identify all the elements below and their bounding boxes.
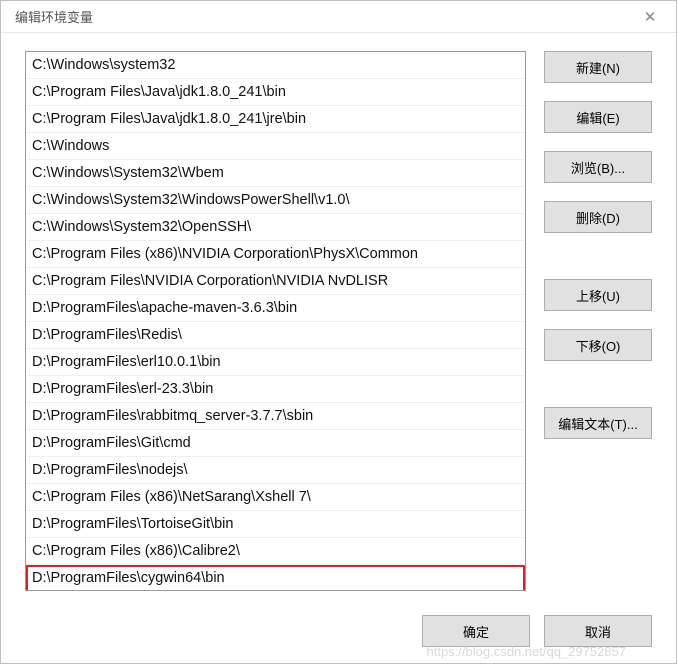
edit-button[interactable]: 编辑(E) xyxy=(544,101,652,133)
delete-button[interactable]: 删除(D) xyxy=(544,201,652,233)
close-button[interactable]: ✕ xyxy=(638,5,662,29)
cancel-button[interactable]: 取消 xyxy=(544,615,652,647)
path-list-item[interactable]: D:\ProgramFiles\TortoiseGit\bin xyxy=(26,511,525,538)
path-list-item[interactable]: C:\Windows\System32\OpenSSH\ xyxy=(26,214,525,241)
path-list-item[interactable]: D:\ProgramFiles\Git\cmd xyxy=(26,430,525,457)
ok-button[interactable]: 确定 xyxy=(422,615,530,647)
move-up-button[interactable]: 上移(U) xyxy=(544,279,652,311)
path-list-item[interactable]: D:\ProgramFiles\erl-23.3\bin xyxy=(26,376,525,403)
env-var-edit-dialog: 编辑环境变量 ✕ C:\Windows\system32C:\Program F… xyxy=(0,0,677,664)
new-button[interactable]: 新建(N) xyxy=(544,51,652,83)
path-list-item[interactable]: C:\Program Files (x86)\Calibre2\ xyxy=(26,538,525,565)
path-list-item[interactable]: D:\ProgramFiles\rabbitmq_server-3.7.7\sb… xyxy=(26,403,525,430)
move-down-button[interactable]: 下移(O) xyxy=(544,329,652,361)
path-list[interactable]: C:\Windows\system32C:\Program Files\Java… xyxy=(25,51,526,591)
path-list-item[interactable]: C:\Program Files\Java\jdk1.8.0_241\jre\b… xyxy=(26,106,525,133)
dialog-title: 编辑环境变量 xyxy=(15,7,93,26)
path-list-item[interactable]: D:\ProgramFiles\erl10.0.1\bin xyxy=(26,349,525,376)
edit-text-button[interactable]: 编辑文本(T)... xyxy=(544,407,652,439)
path-list-item[interactable]: C:\Program Files (x86)\NVIDIA Corporatio… xyxy=(26,241,525,268)
titlebar: 编辑环境变量 ✕ xyxy=(1,1,676,33)
path-list-item[interactable]: C:\Windows\System32\Wbem xyxy=(26,160,525,187)
path-list-item[interactable]: D:\ProgramFiles\Redis\ xyxy=(26,322,525,349)
path-list-item[interactable]: D:\ProgramFiles\cygwin64\bin xyxy=(26,565,525,591)
path-list-item[interactable]: D:\ProgramFiles\apache-maven-3.6.3\bin xyxy=(26,295,525,322)
browse-button[interactable]: 浏览(B)... xyxy=(544,151,652,183)
path-list-item[interactable]: D:\ProgramFiles\nodejs\ xyxy=(26,457,525,484)
path-list-item[interactable]: C:\Program Files\Java\jdk1.8.0_241\bin xyxy=(26,79,525,106)
path-list-item[interactable]: C:\Program Files (x86)\NetSarang\Xshell … xyxy=(26,484,525,511)
dialog-footer: 确定 取消 xyxy=(1,605,676,663)
path-list-item[interactable]: C:\Windows xyxy=(26,133,525,160)
content-area: C:\Windows\system32C:\Program Files\Java… xyxy=(1,33,676,605)
path-list-item[interactable]: C:\Windows\System32\WindowsPowerShell\v1… xyxy=(26,187,525,214)
path-list-item[interactable]: C:\Program Files\NVIDIA Corporation\NVID… xyxy=(26,268,525,295)
button-column: 新建(N) 编辑(E) 浏览(B)... 删除(D) 上移(U) 下移(O) 编… xyxy=(544,51,652,595)
path-list-item[interactable]: C:\Windows\system32 xyxy=(26,52,525,79)
close-icon: ✕ xyxy=(644,8,657,26)
